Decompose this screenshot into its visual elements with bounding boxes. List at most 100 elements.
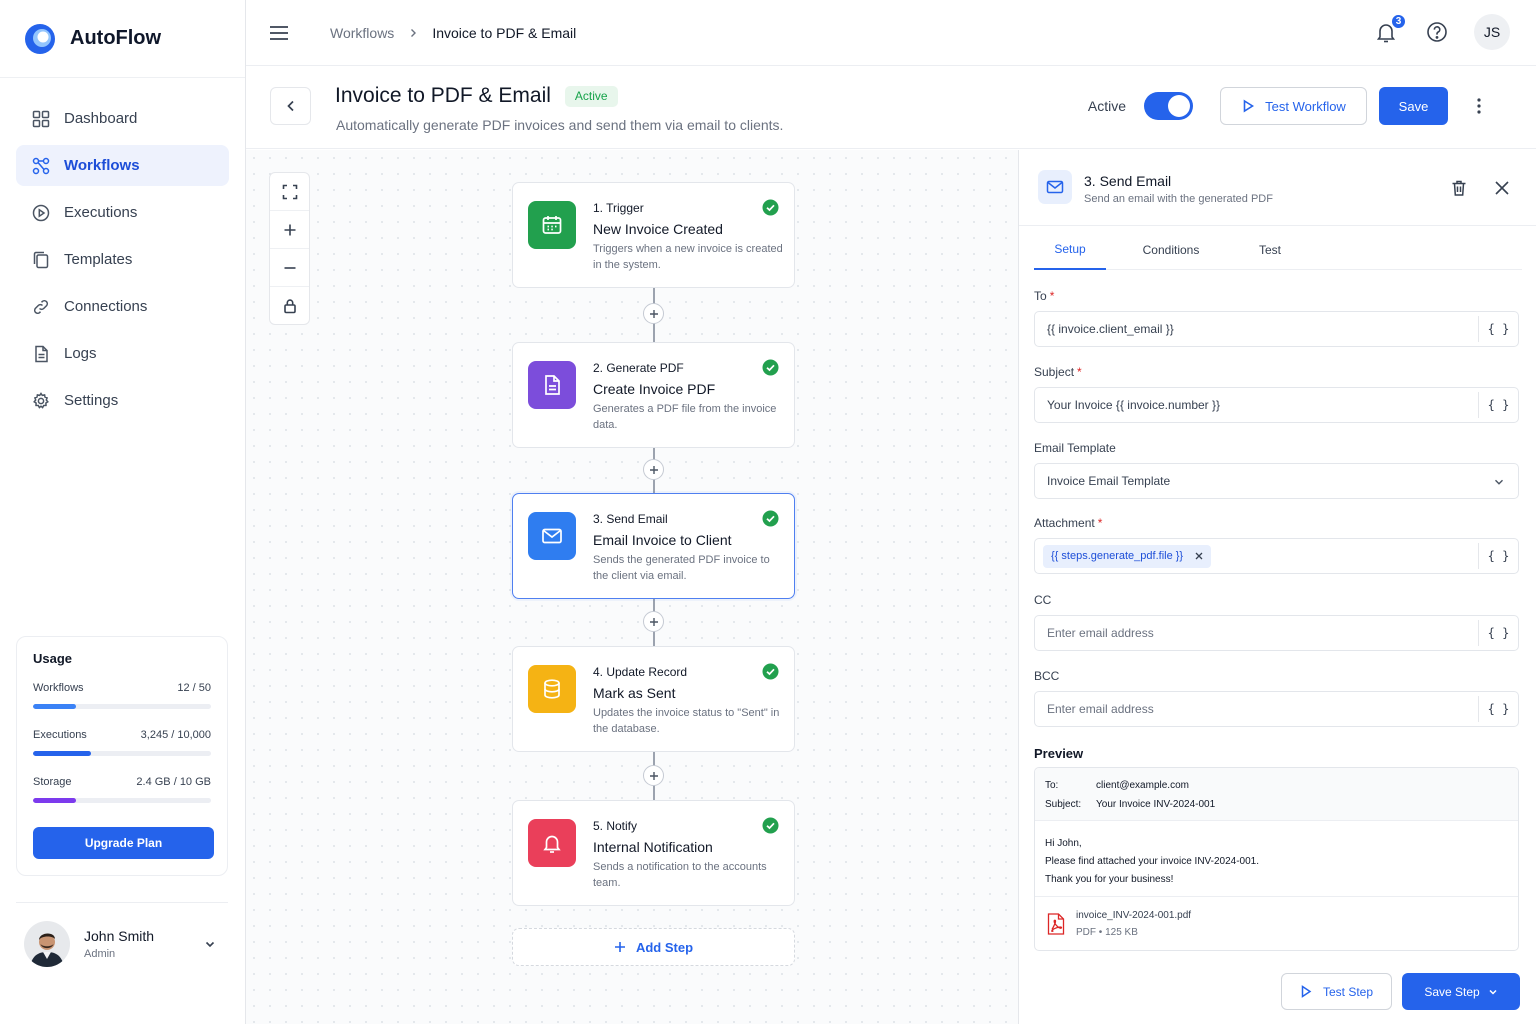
- test-workflow-label: Test Workflow: [1265, 98, 1346, 114]
- sidebar-item-label: Connections: [64, 298, 148, 315]
- document-icon: [35, 345, 48, 362]
- help-icon[interactable]: [1426, 21, 1448, 43]
- workflow-node-update-record[interactable]: 4. Update Record Mark as Sent Updates th…: [512, 646, 795, 752]
- active-toggle[interactable]: [1144, 92, 1193, 120]
- back-button[interactable]: [270, 87, 311, 125]
- check-circle-icon: [762, 359, 779, 376]
- email-template-select[interactable]: Invoice Email Template: [1034, 463, 1519, 499]
- workflow-node-notify[interactable]: 5. Notify Internal Notification Sends a …: [512, 800, 795, 906]
- node-step: 4. Update Record: [593, 665, 688, 679]
- zoom-in-button[interactable]: [270, 211, 309, 249]
- calendar-icon: [542, 216, 562, 234]
- cc-field[interactable]: { }: [1034, 615, 1519, 651]
- save-step-button[interactable]: Save Step: [1402, 973, 1520, 1010]
- node-title: Create Invoice PDF: [593, 381, 716, 397]
- workflow-canvas[interactable]: 1. Trigger New Invoice Created Triggers …: [246, 150, 1018, 1024]
- insert-variable-button[interactable]: { }: [1478, 696, 1518, 722]
- more-vertical-icon[interactable]: [1470, 97, 1488, 115]
- attachment-file-type: PDF: [1076, 927, 1096, 938]
- subject-label-text: Subject: [1034, 365, 1075, 379]
- insert-step-button[interactable]: [643, 765, 664, 786]
- chevron-down-icon[interactable]: [204, 938, 216, 950]
- sidebar-item-executions[interactable]: Executions: [16, 192, 229, 233]
- page-title: Invoice to PDF & Email: [335, 84, 551, 107]
- page-subtitle: Automatically generate PDF invoices and …: [336, 117, 784, 133]
- chevron-down-icon[interactable]: [1488, 987, 1498, 997]
- node-title: Mark as Sent: [593, 685, 676, 701]
- bell-icon: [543, 835, 561, 853]
- attachment-chip-label: {{ steps.generate_pdf.file }}: [1051, 550, 1184, 562]
- tab-setup[interactable]: Setup: [1034, 230, 1106, 270]
- insert-step-button[interactable]: [643, 611, 664, 632]
- template-selected-value: Invoice Email Template: [1047, 474, 1171, 488]
- workflow-node-send-email[interactable]: 3. Send Email Email Invoice to Client Se…: [512, 493, 795, 599]
- user-avatar-button[interactable]: JS: [1474, 14, 1510, 50]
- sidebar: AutoFlow Dashboard Workflows Executions …: [0, 0, 246, 1024]
- sidebar-item-label: Settings: [64, 392, 119, 409]
- to-input[interactable]: [1047, 322, 1447, 336]
- panel-step-icon: [1038, 170, 1072, 204]
- workflow-node-trigger[interactable]: 1. Trigger New Invoice Created Triggers …: [512, 182, 795, 288]
- cc-input[interactable]: [1047, 626, 1447, 640]
- breadcrumb-current: Invoice to PDF & Email: [432, 24, 577, 41]
- sidebar-item-connections[interactable]: Connections: [16, 286, 229, 327]
- close-icon[interactable]: [1493, 179, 1511, 197]
- play-circle-icon: [32, 204, 50, 221]
- save-button[interactable]: Save: [1379, 87, 1448, 125]
- node-step: 3. Send Email: [593, 512, 668, 526]
- usage-title: Usage: [33, 651, 73, 666]
- plus-icon: [649, 309, 658, 318]
- user-menu[interactable]: John Smith Admin: [16, 902, 228, 984]
- required-mark: *: [1097, 516, 1103, 530]
- sidebar-item-logs[interactable]: Logs: [16, 333, 229, 374]
- to-field[interactable]: { }: [1034, 311, 1519, 347]
- usage-value: 3,245 / 10,000: [140, 729, 211, 741]
- preview-line: Thank you for your business!: [1045, 874, 1174, 885]
- subject-input[interactable]: [1047, 398, 1447, 412]
- lock-icon: [283, 298, 296, 313]
- test-step-button[interactable]: Test Step: [1281, 973, 1392, 1010]
- insert-step-button[interactable]: [643, 459, 664, 480]
- trash-icon[interactable]: [1450, 179, 1468, 197]
- remove-chip-icon[interactable]: [1195, 552, 1203, 560]
- preview-attachment[interactable]: invoice_INV-2024-001.pdf PDF • 125 KB: [1035, 897, 1518, 950]
- tab-conditions[interactable]: Conditions: [1106, 230, 1236, 270]
- plus-icon: [649, 465, 658, 474]
- gear-icon: [33, 391, 49, 409]
- template-label: Email Template: [1034, 441, 1116, 455]
- upgrade-plan-button[interactable]: Upgrade Plan: [33, 827, 214, 859]
- bcc-field[interactable]: { }: [1034, 691, 1519, 727]
- breadcrumb-workflows[interactable]: Workflows: [330, 25, 394, 41]
- sidebar-item-dashboard[interactable]: Dashboard: [16, 98, 229, 139]
- insert-variable-button[interactable]: { }: [1478, 392, 1518, 418]
- zoom-out-button[interactable]: [270, 249, 309, 287]
- sidebar-item-templates[interactable]: Templates: [16, 239, 229, 280]
- required-mark: *: [1049, 289, 1055, 303]
- usage-bar-fill: [33, 751, 91, 756]
- tab-test[interactable]: Test: [1236, 230, 1304, 270]
- fit-view-button[interactable]: [270, 173, 309, 211]
- email-preview: To: client@example.com Subject: Your Invoi…: [1034, 767, 1519, 951]
- chevron-down-icon: [1495, 479, 1503, 485]
- sidebar-item-settings[interactable]: Settings: [16, 380, 229, 421]
- insert-step-button[interactable]: [643, 303, 664, 324]
- status-badge: Active: [564, 85, 618, 107]
- node-icon: [528, 819, 576, 867]
- workflow-node-generate-pdf[interactable]: 2. Generate PDF Create Invoice PDF Gener…: [512, 342, 795, 448]
- insert-variable-button[interactable]: { }: [1478, 316, 1518, 342]
- attachment-field[interactable]: {{ steps.generate_pdf.file }} { }: [1034, 538, 1519, 574]
- test-workflow-button[interactable]: Test Workflow: [1220, 87, 1367, 125]
- insert-variable-button[interactable]: { }: [1478, 620, 1518, 646]
- plus-icon: [649, 617, 658, 626]
- menu-icon[interactable]: [268, 22, 290, 44]
- usage-metric-storage: Storage 2.4 GB / 10 GB: [33, 776, 211, 803]
- sidebar-item-workflows[interactable]: Workflows: [16, 145, 229, 186]
- subject-field[interactable]: { }: [1034, 387, 1519, 423]
- brand[interactable]: AutoFlow: [0, 0, 245, 78]
- lock-canvas-button[interactable]: [270, 287, 309, 324]
- insert-variable-button[interactable]: { }: [1478, 543, 1518, 569]
- add-step-button[interactable]: Add Step: [512, 928, 795, 966]
- notifications-button[interactable]: 3: [1374, 13, 1407, 44]
- bcc-input[interactable]: [1047, 702, 1447, 716]
- sidebar-item-label: Executions: [64, 204, 138, 221]
